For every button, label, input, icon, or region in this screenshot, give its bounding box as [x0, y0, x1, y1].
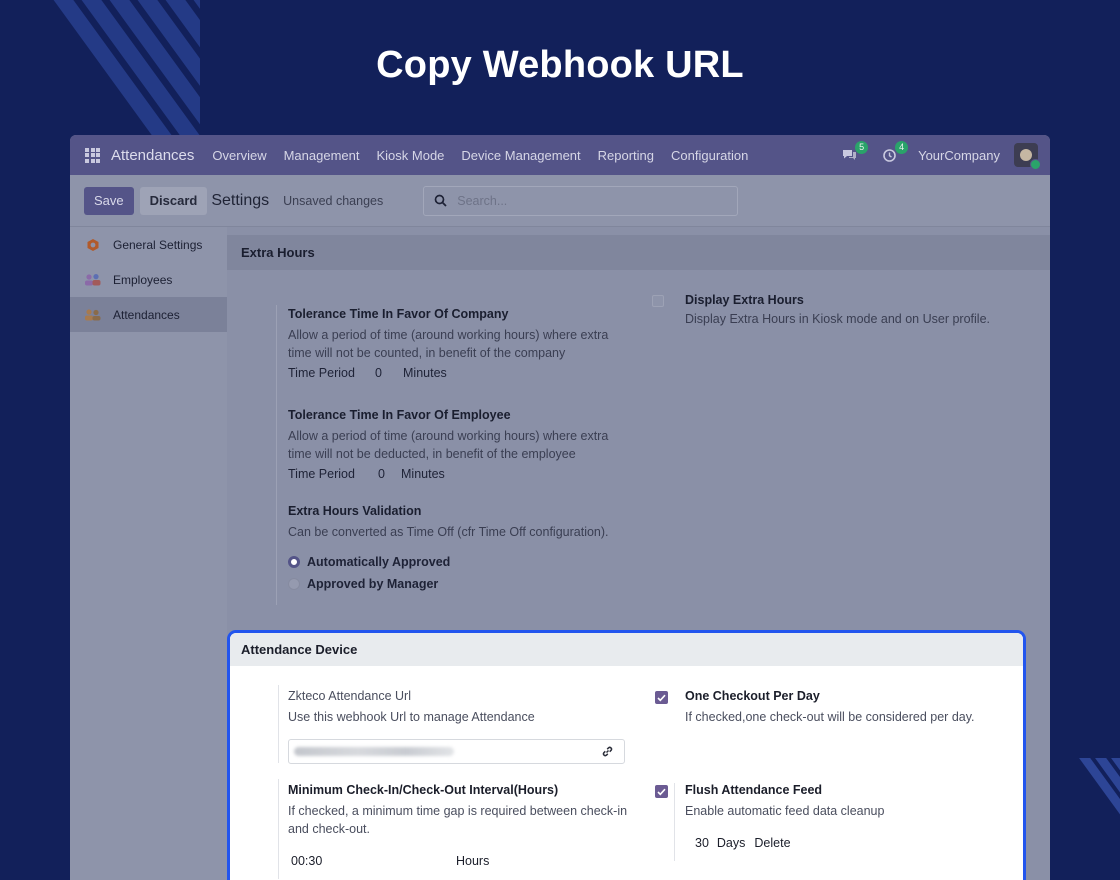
setting-description: time will not be counted, in benefit of …: [288, 346, 566, 360]
menu-reporting[interactable]: Reporting: [598, 148, 654, 163]
search-input[interactable]: Search...: [423, 185, 739, 216]
radio-checked-icon: [288, 556, 300, 568]
flush-days-input[interactable]: 30: [695, 836, 709, 850]
decorative-stripes-bottom-right: [1040, 758, 1120, 848]
sidebar-item-label: Attendances: [113, 307, 180, 322]
setting-description: If checked, a minimum time gap is requir…: [288, 804, 628, 818]
check-icon: [657, 788, 666, 795]
time-period-label: Time Period: [288, 467, 355, 481]
setting-description: If checked,one check-out will be conside…: [685, 710, 975, 724]
setting-min-interval: Minimum Check-In/Check-Out Interval(Hour…: [288, 783, 638, 868]
setting-flush-feed: Flush Attendance Feed Enable automatic f…: [685, 783, 1005, 850]
radio-label: Automatically Approved: [307, 555, 451, 569]
menu-overview[interactable]: Overview: [212, 148, 266, 163]
radio-label: Approved by Manager: [307, 577, 439, 591]
app-name[interactable]: Attendances: [111, 147, 194, 164]
min-interval-input[interactable]: 00:30: [288, 854, 456, 868]
activities-clock-icon[interactable]: 4: [878, 141, 909, 166]
setting-display-extra-hours: Display Extra Hours Display Extra Hours …: [685, 293, 1015, 328]
delete-action[interactable]: Delete: [754, 836, 790, 850]
page-title: Settings: [211, 191, 270, 209]
attendances-icon: [84, 308, 102, 322]
setting-description: Use this webhook Url to manage Attendanc…: [288, 710, 535, 724]
setting-title: Flush Attendance Feed: [685, 783, 823, 797]
setting-description: Can be converted as Time Off (cfr Time O…: [288, 525, 609, 539]
setting-zkteco-url: Zkteco Attendance Url Use this webhook U…: [288, 689, 628, 726]
section-header-attendance-device: Attendance Device: [230, 633, 1023, 666]
search-placeholder: Search...: [457, 193, 508, 208]
copy-link-icon[interactable]: [601, 745, 614, 758]
one-checkout-checkbox[interactable]: [655, 691, 668, 704]
setting-one-checkout: One Checkout Per Day If checked,one chec…: [685, 689, 1005, 726]
setting-title: Zkteco Attendance Url: [288, 689, 411, 703]
tolerance-company-input[interactable]: 0: [375, 366, 403, 380]
menu-kiosk-mode[interactable]: Kiosk Mode: [376, 148, 444, 163]
setting-description: time will not be deducted, in benefit of…: [288, 447, 576, 461]
control-panel: Save Discard Settings Unsaved changes Se…: [70, 175, 1050, 227]
flush-feed-checkbox[interactable]: [655, 785, 668, 798]
menu-configuration[interactable]: Configuration: [671, 148, 748, 163]
user-avatar[interactable]: [1014, 143, 1041, 170]
webhook-url-blurred: [294, 747, 454, 756]
check-icon: [657, 694, 666, 701]
employees-icon: [84, 273, 102, 287]
top-navbar: Attendances Overview Management Kiosk Mo…: [70, 135, 1050, 175]
setting-divider: [276, 305, 277, 605]
radio-unchecked-icon: [288, 578, 300, 590]
webhook-url-field[interactable]: [288, 739, 625, 764]
sidebar-item-attendances[interactable]: Attendances: [70, 297, 227, 332]
setting-title: Display Extra Hours: [685, 293, 804, 307]
save-button[interactable]: Save: [84, 186, 134, 215]
sidebar-item-label: Employees: [113, 272, 173, 287]
unit-label: Minutes: [403, 366, 447, 380]
setting-extra-hours-validation: Extra Hours Validation Can be converted …: [288, 504, 648, 591]
setting-description: Allow a period of time (around working h…: [288, 429, 609, 443]
setting-description: and check-out.: [288, 822, 370, 836]
tolerance-employee-input[interactable]: 0: [378, 467, 401, 481]
setting-description: Allow a period of time (around working h…: [288, 328, 609, 342]
hero-title: Copy Webhook URL: [376, 44, 744, 86]
unit-label: Days: [716, 836, 746, 850]
menu-device-management[interactable]: Device Management: [461, 148, 580, 163]
sidebar-item-employees[interactable]: Employees: [70, 262, 227, 297]
company-switcher[interactable]: YourCompany: [918, 148, 1000, 163]
menu-management[interactable]: Management: [284, 148, 360, 163]
display-extra-hours-checkbox[interactable]: [652, 295, 664, 307]
section-header-extra-hours: Extra Hours: [227, 235, 1050, 270]
odoo-logo-icon: [84, 238, 102, 252]
activities-badge: 4: [895, 141, 909, 154]
setting-title: Tolerance Time In Favor Of Employee: [288, 408, 511, 422]
attendance-device-card: Attendance Device Zkteco Attendance Url …: [227, 630, 1026, 880]
setting-divider: [278, 779, 279, 879]
radio-approved-by-manager[interactable]: Approved by Manager: [288, 577, 648, 591]
discard-button[interactable]: Discard: [139, 186, 208, 215]
setting-divider: [278, 685, 279, 763]
setting-description: Display Extra Hours in Kiosk mode and on…: [685, 312, 990, 326]
app-grid-icon[interactable]: [85, 147, 100, 163]
unit-label: Hours: [456, 854, 490, 868]
setting-title: Extra Hours Validation: [288, 504, 422, 518]
setting-tolerance-company: Tolerance Time In Favor Of Company Allow…: [288, 307, 638, 380]
messages-icon[interactable]: 5: [838, 141, 869, 166]
unit-label: Minutes: [401, 467, 445, 481]
time-period-label: Time Period: [288, 366, 355, 380]
setting-divider: [674, 783, 675, 861]
unsaved-status: Unsaved changes: [283, 193, 384, 208]
setting-title: Minimum Check-In/Check-Out Interval(Hour…: [288, 783, 559, 797]
sidebar-item-general-settings[interactable]: General Settings: [70, 227, 227, 262]
setting-description: Enable automatic feed data cleanup: [685, 804, 885, 818]
messages-badge: 5: [855, 141, 869, 154]
sidebar-item-label: General Settings: [113, 237, 203, 252]
settings-sidebar: General Settings Employees Attendances: [70, 227, 227, 880]
setting-tolerance-employee: Tolerance Time In Favor Of Employee Allo…: [288, 408, 638, 481]
radio-automatically-approved[interactable]: Automatically Approved: [288, 555, 648, 569]
setting-title: One Checkout Per Day: [685, 689, 820, 703]
setting-title: Tolerance Time In Favor Of Company: [288, 307, 509, 321]
search-icon: [434, 194, 447, 207]
